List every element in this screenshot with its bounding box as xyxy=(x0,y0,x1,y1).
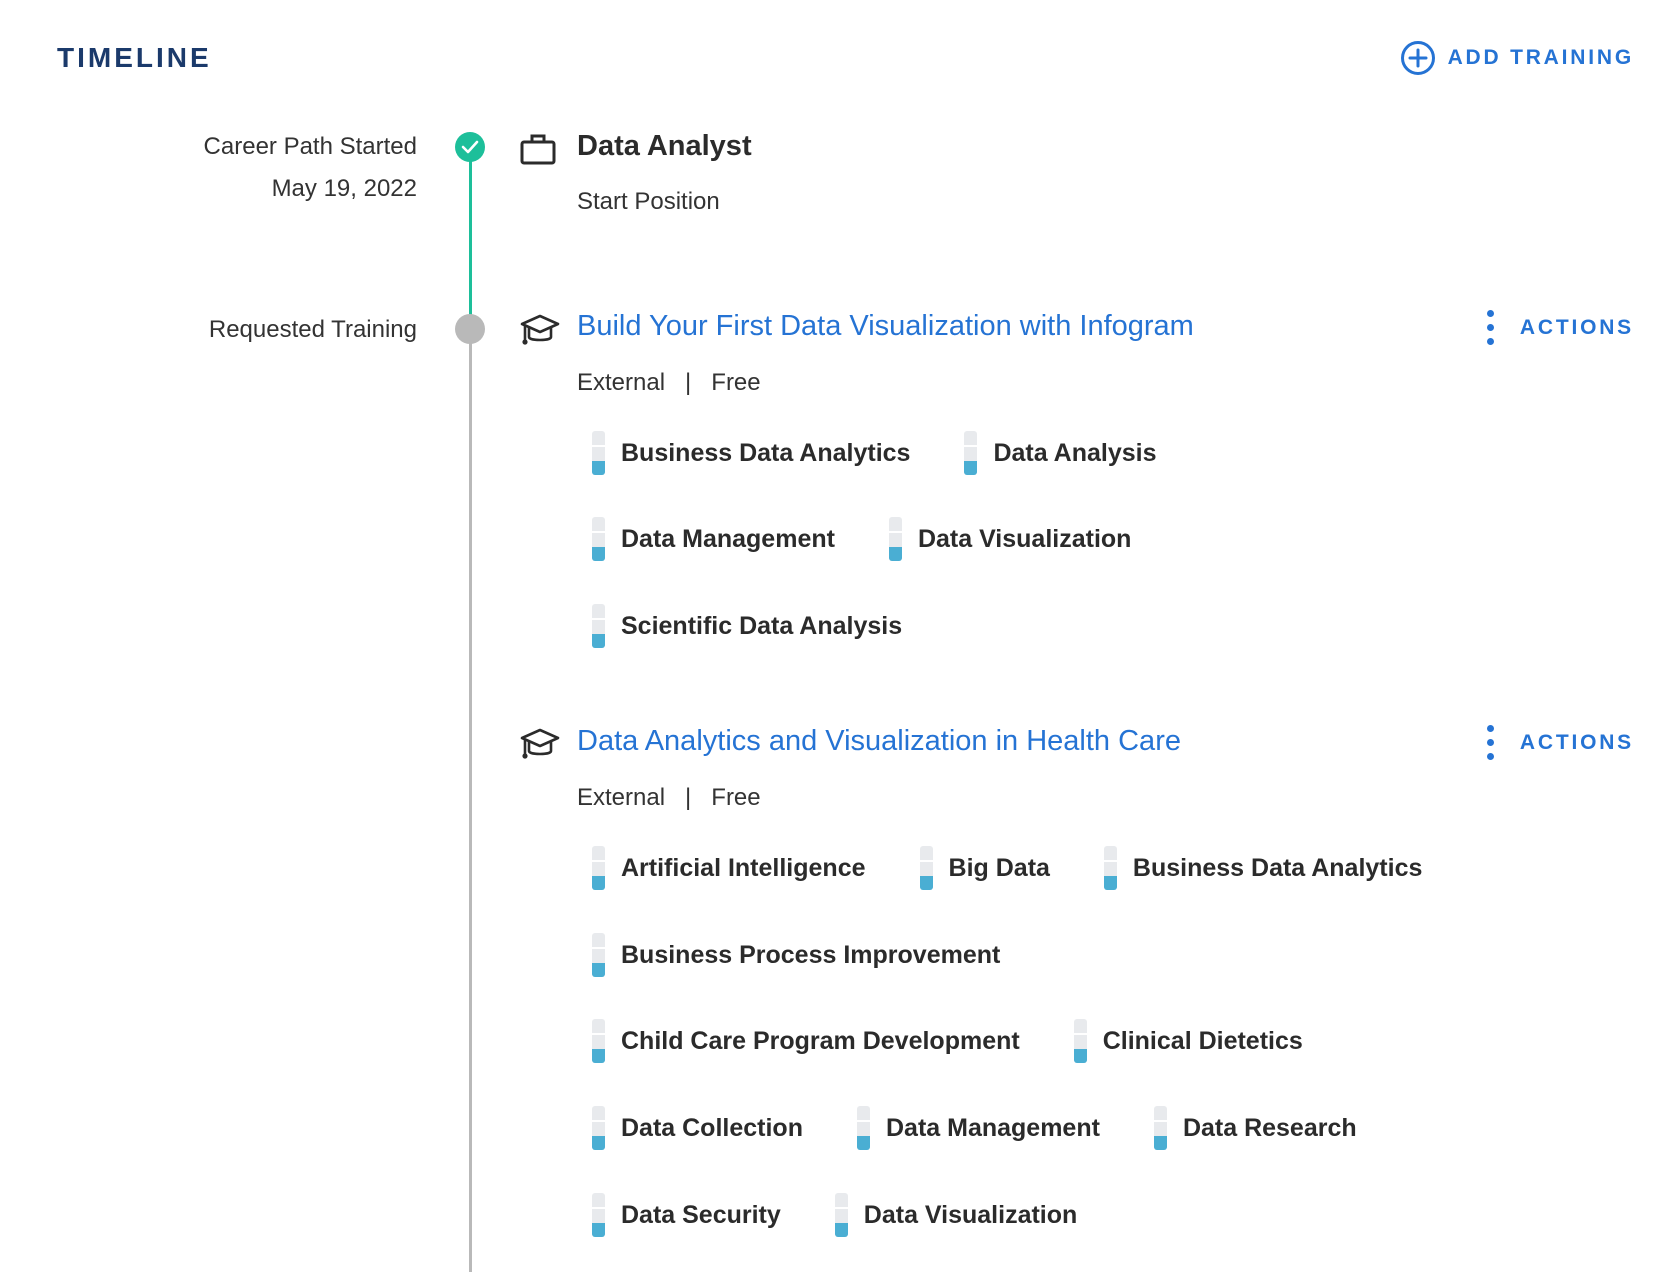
skill-name: Data Research xyxy=(1182,1113,1357,1142)
skill-row: Data Management Data Visualization xyxy=(592,517,1185,561)
plus-circle-icon xyxy=(1400,41,1435,75)
training-cost: Free xyxy=(711,784,761,811)
skill-name: Data Management xyxy=(621,524,835,553)
skill-name: Data Analysis xyxy=(993,438,1157,467)
skill-level-icon xyxy=(888,517,902,561)
kebab-menu-icon xyxy=(1486,725,1494,760)
skill-name: Scientific Data Analysis xyxy=(621,611,903,640)
skill-chip: Data Visualization xyxy=(834,1193,1078,1237)
skill-chip: Business Data Analytics xyxy=(592,431,910,475)
actions-label: ACTIONS xyxy=(1519,730,1634,754)
skill-level-icon xyxy=(1103,846,1117,890)
skill-chip: Child Care Program Development xyxy=(592,1019,1020,1063)
skill-level-icon xyxy=(856,1106,870,1150)
skill-level-icon xyxy=(919,846,933,890)
check-icon xyxy=(461,140,479,154)
skill-chip: Business Process Improvement xyxy=(592,933,1000,977)
skill-chip: Data Security xyxy=(592,1193,781,1237)
skill-name: Big Data xyxy=(948,853,1050,882)
skill-name: Data Security xyxy=(621,1200,781,1229)
skill-chip: Big Data xyxy=(919,846,1050,890)
skill-row: Scientific Data Analysis xyxy=(592,604,956,648)
skill-level-icon xyxy=(592,846,605,890)
training-cost: Free xyxy=(711,369,761,396)
actions-label: ACTIONS xyxy=(1519,315,1634,339)
skill-chip: Data Collection xyxy=(592,1106,803,1150)
skill-level-icon xyxy=(834,1193,848,1237)
skill-name: Business Process Improvement xyxy=(621,940,1001,969)
skill-row: Child Care Program Development Clinical … xyxy=(592,1019,1357,1063)
training-source: External xyxy=(577,784,666,811)
skill-chip: Clinical Dietetics xyxy=(1073,1019,1303,1063)
skill-level-icon xyxy=(592,517,605,561)
career-path-start-date: May 19, 2022 xyxy=(271,175,417,202)
skill-name: Child Care Program Development xyxy=(621,1026,1020,1055)
training-meta: External | Free xyxy=(577,369,761,397)
skill-name: Data Management xyxy=(885,1113,1100,1142)
training-meta: External | Free xyxy=(577,784,761,812)
skill-name: Artificial Intelligence xyxy=(621,853,866,882)
skill-name: Data Visualization xyxy=(917,524,1132,553)
career-path-started-label: Career Path Started May 19, 2022 xyxy=(204,126,417,210)
skill-level-icon xyxy=(1073,1019,1087,1063)
skill-row: Business Data Analytics Data Analysis xyxy=(592,431,1211,475)
skill-level-icon xyxy=(592,1019,605,1063)
skill-row: Data Security Data Visualization xyxy=(592,1193,1131,1237)
page-title: TIMELINE xyxy=(57,42,212,73)
skill-row: Data Collection Data Management Data Res… xyxy=(592,1106,1411,1150)
timeline-segment-pending xyxy=(469,330,472,1272)
skill-level-icon xyxy=(592,431,605,475)
skill-level-icon xyxy=(592,1193,605,1237)
skill-chip: Data Visualization xyxy=(888,517,1132,561)
add-training-label: ADD TRAINING xyxy=(1447,46,1634,69)
briefcase-icon xyxy=(520,133,556,170)
training-title-link[interactable]: Build Your First Data Visualization with… xyxy=(577,310,1194,343)
timeline-segment-completed xyxy=(469,148,472,330)
start-position-title: Data Analyst xyxy=(577,130,752,162)
skill-level-icon xyxy=(1153,1106,1167,1150)
skill-level-icon xyxy=(592,604,605,648)
skill-row: Business Process Improvement xyxy=(592,933,1054,977)
add-training-button[interactable]: ADD TRAINING xyxy=(1400,40,1634,76)
skill-level-icon xyxy=(592,933,605,977)
skill-level-icon xyxy=(964,431,978,475)
skill-chip: Data Management xyxy=(856,1106,1100,1150)
skill-row: Artificial Intelligence Big Data Busines… xyxy=(592,846,1476,890)
training-actions-button[interactable]: ACTIONS xyxy=(1486,310,1634,345)
skill-level-icon xyxy=(592,1106,605,1150)
skill-name: Business Data Analytics xyxy=(1132,853,1423,882)
meta-separator: | xyxy=(685,369,692,396)
graduation-cap-icon xyxy=(520,313,560,352)
skill-chip: Artificial Intelligence xyxy=(592,846,866,890)
training-source: External xyxy=(577,369,666,396)
skill-name: Business Data Analytics xyxy=(621,438,911,467)
kebab-menu-icon xyxy=(1486,310,1494,345)
skill-name: Data Collection xyxy=(621,1113,803,1142)
requested-training-label: Requested Training xyxy=(208,316,417,343)
training-title-link[interactable]: Data Analytics and Visualization in Heal… xyxy=(577,725,1181,758)
skill-chip: Business Data Analytics xyxy=(1103,846,1423,890)
career-path-started-text: Career Path Started xyxy=(203,133,417,160)
timeline-node-completed xyxy=(455,132,485,162)
training-actions-button[interactable]: ACTIONS xyxy=(1486,725,1634,760)
skill-name: Clinical Dietetics xyxy=(1102,1026,1303,1055)
skill-chip: Data Management xyxy=(592,517,835,561)
meta-separator: | xyxy=(685,784,692,811)
skill-chip: Data Research xyxy=(1153,1106,1357,1150)
start-position-subtitle: Start Position xyxy=(577,188,720,215)
skill-chip: Data Analysis xyxy=(964,431,1157,475)
skill-name: Data Visualization xyxy=(863,1200,1078,1229)
graduation-cap-icon xyxy=(520,727,560,766)
timeline-node-pending xyxy=(455,314,485,344)
skill-chip: Scientific Data Analysis xyxy=(592,604,902,648)
